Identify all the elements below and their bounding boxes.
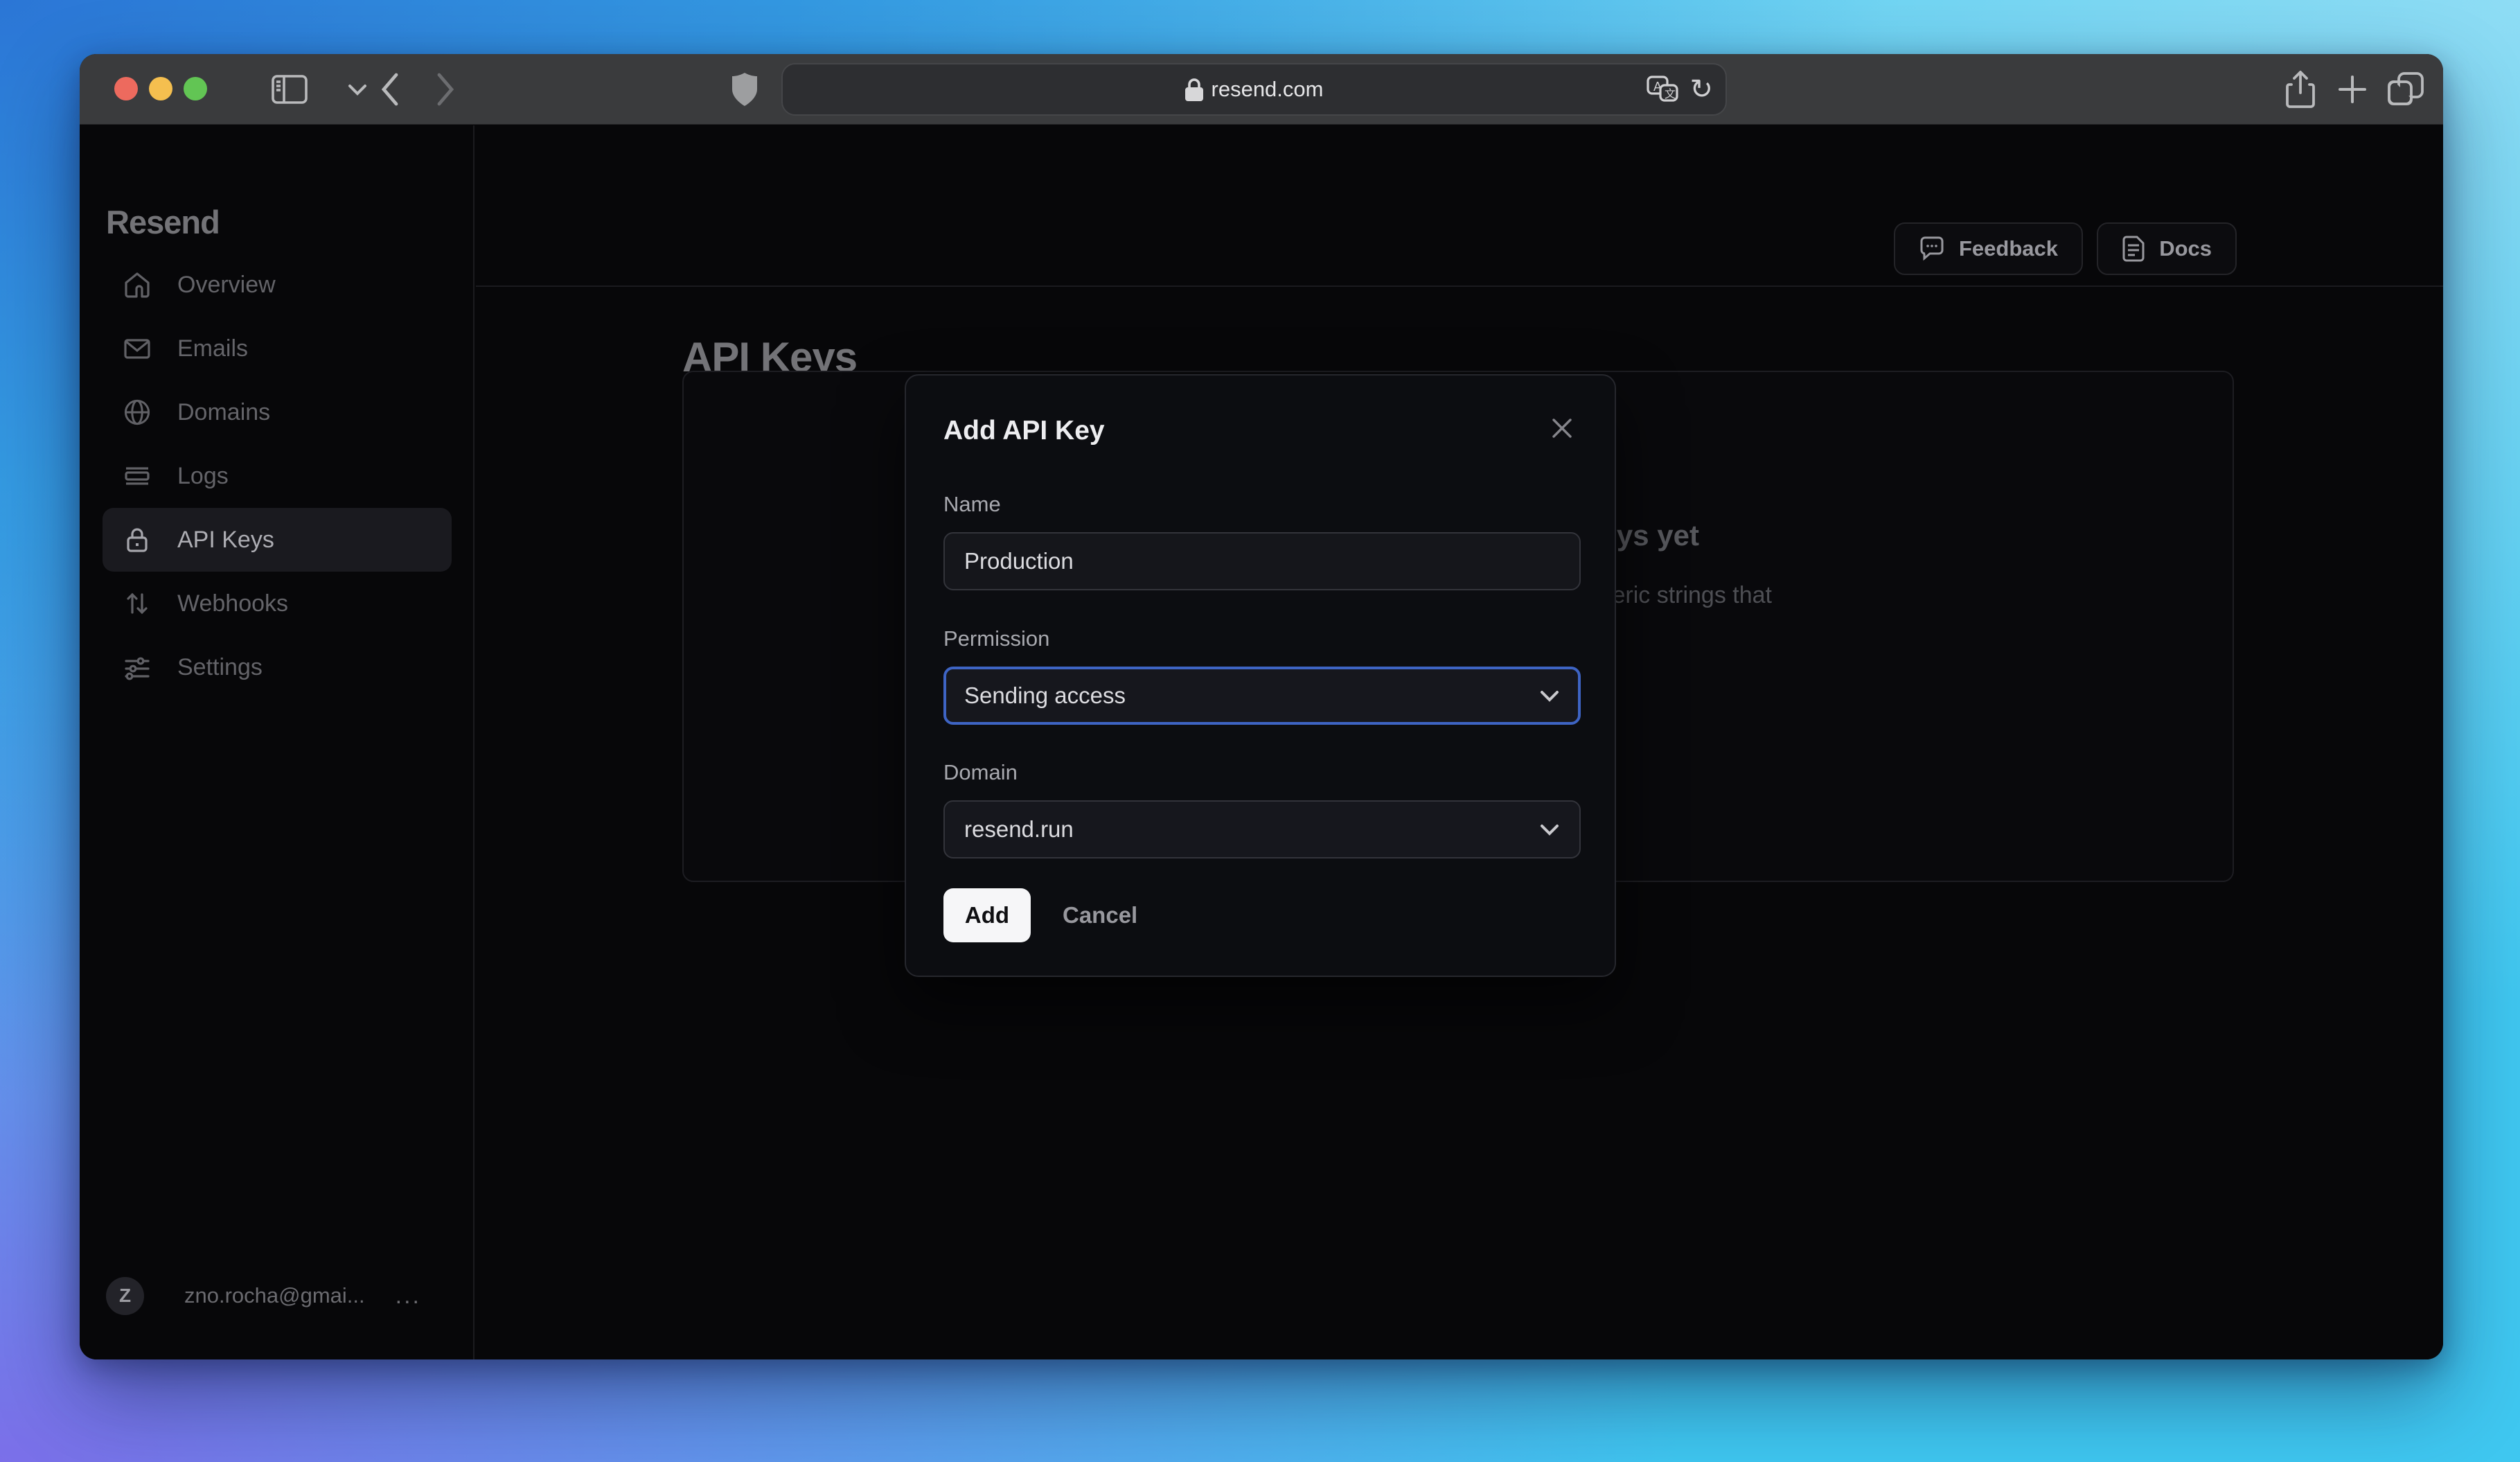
- user-menu[interactable]: Z zno.rocha@gmai... ...: [106, 1275, 452, 1316]
- lock-icon: [1184, 78, 1203, 101]
- close-window-button[interactable]: [114, 77, 138, 100]
- translate-icon[interactable]: A 文: [1647, 76, 1679, 103]
- sidebar-item-api-keys[interactable]: API Keys: [103, 508, 452, 572]
- sidebar-item-label: Overview: [177, 271, 276, 298]
- permission-select[interactable]: Sending access: [943, 667, 1581, 725]
- feedback-label: Feedback: [1958, 236, 2058, 261]
- svg-text:文: 文: [1665, 88, 1676, 100]
- minimize-window-button[interactable]: [149, 77, 172, 100]
- lock-icon: [127, 528, 148, 552]
- browser-window: resend.com A 文 ↻ Resend Overview Emails …: [80, 54, 2443, 1359]
- back-button[interactable]: [362, 54, 418, 125]
- new-tab-icon[interactable]: [2327, 54, 2377, 125]
- sidebar-item-settings[interactable]: Settings: [103, 635, 452, 699]
- chat-bubble-icon: [1920, 236, 1944, 261]
- sidebar-item-label: Domains: [177, 398, 271, 425]
- permission-label: Permission: [943, 626, 1050, 651]
- share-icon[interactable]: [2275, 54, 2325, 125]
- chevron-down-icon: [1539, 822, 1560, 836]
- browser-toolbar: resend.com A 文 ↻: [80, 54, 2443, 125]
- sidebar-item-webhooks[interactable]: Webhooks: [103, 572, 452, 635]
- sidebar-item-label: Webhooks: [177, 590, 289, 617]
- name-input[interactable]: [943, 532, 1581, 590]
- docs-label: Docs: [2159, 236, 2212, 261]
- permission-select-value: Sending access: [964, 682, 1126, 708]
- privacy-shield-icon[interactable]: [720, 54, 769, 125]
- close-icon[interactable]: [1545, 412, 1579, 445]
- page-header: Feedback Docs: [476, 125, 2443, 287]
- sidebar-item-domains[interactable]: Domains: [103, 380, 452, 444]
- sidebar-item-overview[interactable]: Overview: [103, 253, 452, 317]
- feedback-button[interactable]: Feedback: [1893, 222, 2083, 275]
- add-api-key-modal: Add API Key Name Permission Sending acce…: [905, 374, 1616, 977]
- sidebar-item-emails[interactable]: Emails: [103, 317, 452, 380]
- url-text: resend.com: [1211, 77, 1324, 101]
- app-page: Resend Overview Emails Domains Logs API …: [80, 125, 2443, 1359]
- envelope-icon: [124, 339, 150, 359]
- name-label: Name: [943, 492, 1001, 516]
- sidebar-item-label: Emails: [177, 335, 249, 362]
- user-email: zno.rocha@gmai...: [184, 1283, 365, 1307]
- modal-title: Add API Key: [943, 416, 1105, 446]
- document-icon: [2122, 236, 2145, 262]
- forward-button[interactable]: [418, 54, 473, 125]
- domain-label: Domain: [943, 760, 1018, 784]
- resend-logo: Resend: [106, 204, 220, 240]
- cancel-button[interactable]: Cancel: [1063, 888, 1137, 942]
- sidebar-item-label: Settings: [177, 653, 263, 680]
- sidebar-item-label: API Keys: [177, 526, 274, 553]
- sidebar-nav: Overview Emails Domains Logs API Keys We…: [103, 253, 452, 699]
- globe-icon: [124, 399, 150, 425]
- domain-select[interactable]: resend.run: [943, 800, 1581, 858]
- sliders-icon: [125, 657, 150, 680]
- avatar: Z: [106, 1276, 144, 1315]
- docs-button[interactable]: Docs: [2097, 222, 2237, 275]
- add-button[interactable]: Add: [943, 888, 1031, 942]
- sidebar: Resend Overview Emails Domains Logs API …: [80, 125, 474, 1359]
- sidebar-item-label: Logs: [177, 462, 229, 489]
- home-icon: [125, 272, 150, 298]
- zoom-window-button[interactable]: [184, 77, 207, 100]
- reload-icon[interactable]: ↻: [1689, 76, 1713, 103]
- domain-select-value: resend.run: [964, 816, 1074, 842]
- chevron-down-icon: [1539, 689, 1560, 703]
- sidebar-toggle-icon[interactable]: [265, 54, 314, 125]
- address-bar[interactable]: resend.com A 文 ↻: [781, 63, 1727, 116]
- ellipsis-icon[interactable]: ...: [396, 1283, 421, 1310]
- arrows-up-down-icon: [127, 592, 148, 615]
- sidebar-item-logs[interactable]: Logs: [103, 444, 452, 508]
- rows-icon: [125, 467, 150, 485]
- tab-overview-icon[interactable]: [2378, 54, 2433, 125]
